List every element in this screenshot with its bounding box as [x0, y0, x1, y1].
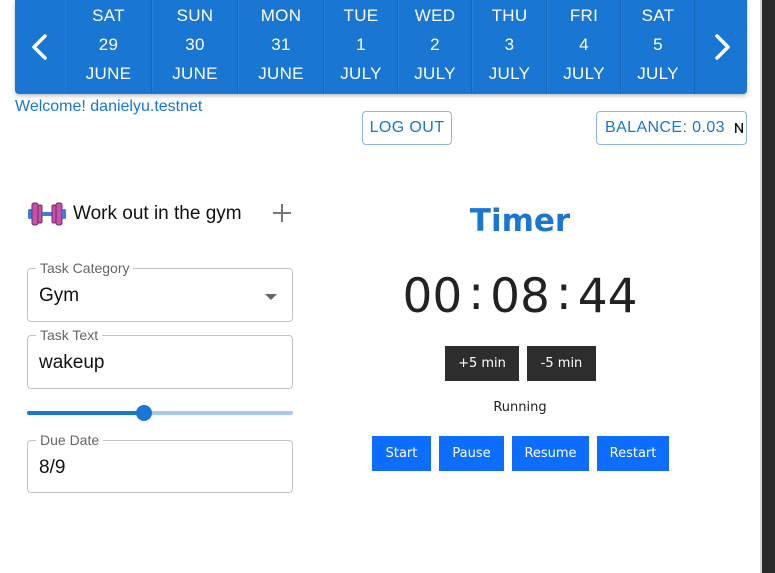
chevron-right-icon [715, 34, 730, 60]
date-item[interactable]: THU 3 JULY [472, 0, 547, 94]
subtract-5-min-button[interactable]: -5 min [527, 346, 596, 381]
timer-display: 00 : 08 : 44 [402, 265, 637, 326]
due-date-label: Due Date [36, 432, 104, 448]
slider-fill [27, 411, 145, 415]
timer-separator: : [468, 265, 485, 321]
date-month: JULY [340, 64, 382, 83]
date-day: 5 [653, 35, 663, 54]
task-category-label: Task Category [36, 260, 134, 276]
due-date-value: 8/9 [39, 457, 66, 478]
restart-button[interactable]: Restart [597, 436, 669, 471]
due-date-field[interactable]: Due Date 8/9 [27, 432, 293, 493]
timer-minutes: 08 [490, 268, 550, 324]
task-text-label: Task Text [36, 327, 103, 343]
next-week-button[interactable] [697, 0, 747, 94]
task-text-value: wakeup [39, 352, 105, 373]
date-weekday: SAT [92, 6, 125, 25]
timer-title: Timer [469, 203, 571, 239]
date-carousel: SAT 29 JUNE SUN 30 JUNE MON 31 JUNE TUE … [15, 0, 747, 94]
task-slider[interactable] [27, 405, 293, 421]
date-month: JUNE [85, 64, 132, 83]
date-item[interactable]: MON 31 JUNE [238, 0, 324, 94]
date-month: JUNE [258, 64, 304, 83]
timer-status: Running [493, 400, 547, 415]
window-edge [762, 0, 775, 573]
prev-week-button[interactable] [15, 0, 65, 94]
resume-button[interactable]: Resume [512, 436, 589, 471]
dropdown-arrow-icon [265, 294, 277, 300]
task-category-value: Gym [39, 285, 80, 306]
chevron-left-icon [32, 34, 47, 60]
dumbbell-icon [28, 202, 66, 226]
date-day: 2 [430, 35, 440, 54]
date-weekday: MON [260, 6, 302, 25]
task-text-field[interactable]: Task Text wakeup [27, 327, 293, 389]
date-day: 4 [579, 35, 589, 54]
date-day: 30 [185, 35, 205, 54]
welcome-text: Welcome! danielyu.testnet [15, 98, 203, 115]
timer-seconds: 44 [577, 268, 638, 324]
add-task-button[interactable] [268, 199, 296, 227]
date-month: JULY [414, 64, 456, 83]
date-weekday: THU [491, 6, 528, 25]
balance-label: BALANCE: 0.03 [605, 119, 725, 136]
near-token-icon [734, 123, 743, 133]
date-item[interactable]: SAT 5 JULY [621, 0, 695, 94]
timer-separator: : [555, 265, 572, 321]
logout-button[interactable]: LOG OUT [362, 111, 452, 145]
date-weekday: SAT [641, 6, 675, 25]
date-day: 3 [504, 35, 515, 54]
pause-button[interactable]: Pause [439, 436, 504, 471]
start-button[interactable]: Start [372, 436, 431, 471]
date-month: JULY [637, 64, 679, 83]
date-weekday: TUE [343, 6, 379, 25]
balance-button[interactable]: BALANCE: 0.03 [596, 111, 747, 145]
date-weekday: WED [414, 6, 456, 25]
task-category-select[interactable]: Task Category Gym [27, 260, 293, 322]
task-title: Work out in the gym [73, 203, 242, 224]
date-item[interactable]: SUN 30 JUNE [152, 0, 238, 94]
date-item[interactable]: SAT 29 JUNE [65, 0, 152, 94]
date-item[interactable]: WED 2 JULY [398, 0, 472, 94]
date-item[interactable]: FRI 4 JULY [547, 0, 621, 94]
date-day: 31 [271, 35, 291, 54]
task-header: Work out in the gym [27, 198, 242, 230]
timer-hours: 00 [402, 268, 463, 324]
date-month: JUNE [172, 64, 218, 83]
date-month: JULY [488, 64, 531, 83]
date-weekday: FRI [569, 6, 599, 25]
add-5-min-button[interactable]: +5 min [445, 346, 519, 381]
slider-thumb[interactable] [136, 405, 153, 421]
date-weekday: SUN [176, 6, 214, 25]
date-month: JULY [563, 64, 605, 83]
date-day: 29 [98, 35, 119, 54]
plus-icon [273, 204, 291, 222]
date-day: 1 [356, 35, 366, 54]
date-item[interactable]: TUE 1 JULY [324, 0, 398, 94]
